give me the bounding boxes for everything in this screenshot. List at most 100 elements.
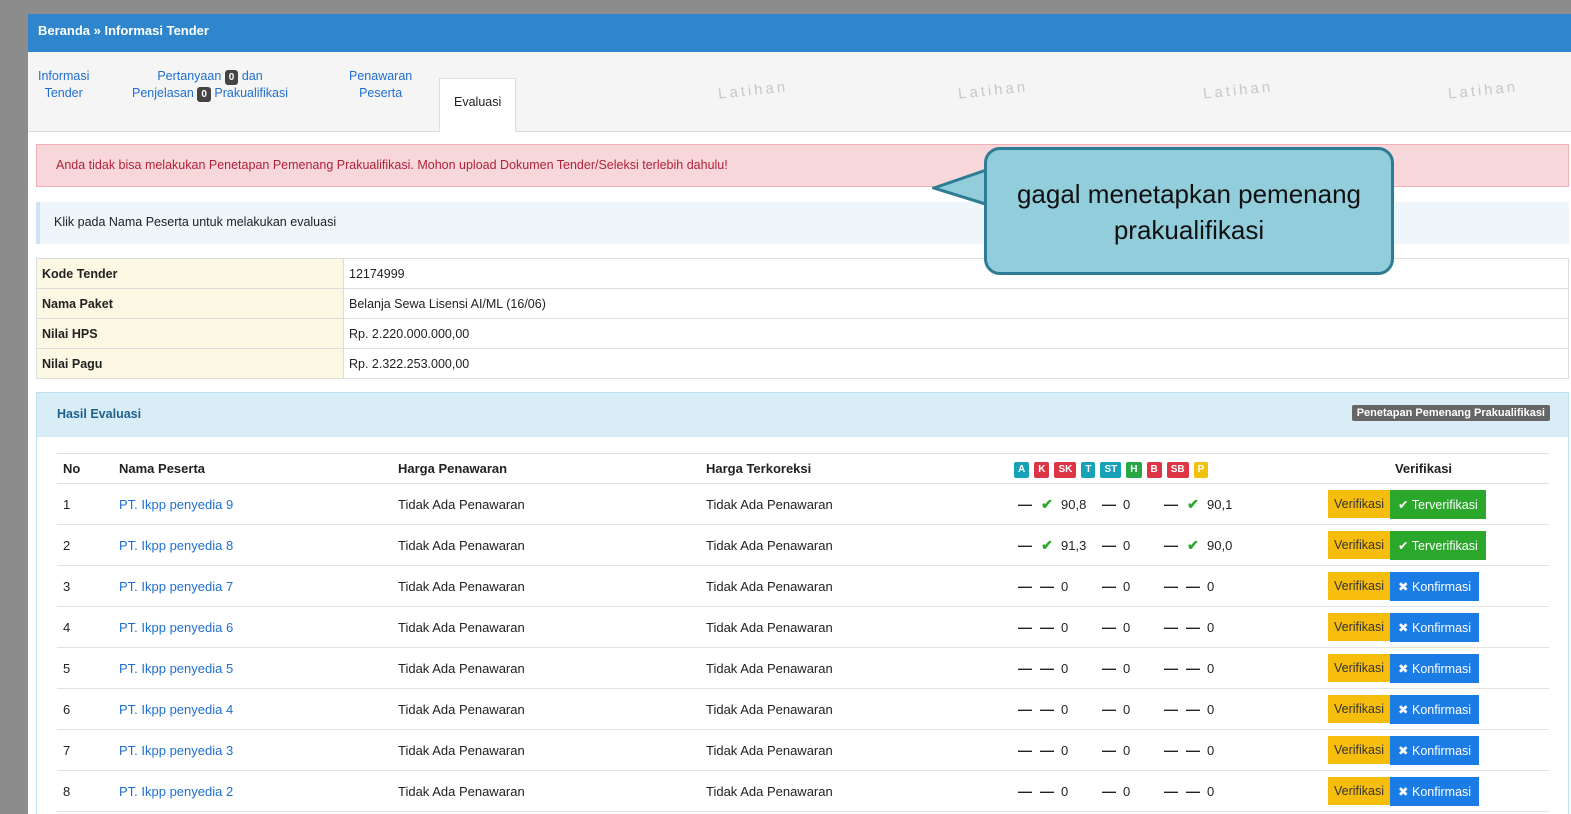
eval-badge-sk: SK: [1054, 461, 1077, 478]
check-icon: ✔: [1041, 536, 1053, 553]
peserta-link[interactable]: PT. Ikpp penyedia 2: [119, 784, 233, 799]
verifikasi-button[interactable]: Verifikasi: [1328, 736, 1391, 764]
check-icon: ✔: [1041, 495, 1053, 512]
peserta-link[interactable]: PT. Ikpp penyedia 6: [119, 620, 233, 635]
row-no: 6: [57, 688, 113, 730]
eval-badge-t: T: [1081, 461, 1096, 478]
dash-icon: —: [1018, 701, 1032, 717]
konfirmasi-button[interactable]: ✖ Konfirmasi: [1390, 612, 1480, 642]
peserta-link[interactable]: PT. Ikpp penyedia 8: [119, 538, 233, 553]
detail-value: Rp. 2.322.253.000,00: [343, 348, 1569, 379]
verifikasi-button[interactable]: Verifikasi: [1328, 613, 1391, 641]
konfirmasi-button[interactable]: ✖ Konfirmasi: [1390, 571, 1480, 601]
peserta-link[interactable]: PT. Ikpp penyedia 5: [119, 661, 233, 676]
dash-icon: —: [1186, 742, 1200, 758]
callout-pointer: [932, 166, 992, 208]
peserta-link[interactable]: PT. Ikpp penyedia 9: [119, 497, 233, 512]
verifikasi-button[interactable]: Verifikasi: [1328, 531, 1391, 559]
page: Beranda » Informasi Tender Informasi Ten…: [28, 14, 1571, 814]
window-frame-left: [0, 0, 28, 814]
konfirmasi-button[interactable]: ✖ Konfirmasi: [1390, 735, 1480, 765]
harga-terkoreksi: Tidak Ada Penawaran: [700, 483, 1008, 525]
tab-pertanyaan-penjelasan[interactable]: Pertanyaan 0 dan Penjelasan 0 Prakualifi…: [132, 68, 288, 102]
row-no: 8: [57, 770, 113, 812]
tab-penawaran-peserta[interactable]: Penawaran Peserta: [349, 68, 412, 102]
table-row: 4 PT. Ikpp penyedia 6 Tidak Ada Penawaran T…: [57, 606, 1549, 648]
dash-icon: —: [1018, 536, 1032, 553]
konfirmasi-button[interactable]: ✖ Konfirmasi: [1390, 653, 1480, 683]
table-row: 1 PT. Ikpp penyedia 9 Tidak Ada Penawaran T…: [57, 483, 1549, 525]
table-row: 6 PT. Ikpp penyedia 4 Tidak Ada Penawaran T…: [57, 688, 1549, 730]
score-3: 0: [1207, 743, 1215, 758]
table-row: 5 PT. Ikpp penyedia 5 Tidak Ada Penawaran T…: [57, 647, 1549, 689]
close-icon: ✖: [1398, 743, 1409, 758]
score-3: 90,1: [1207, 496, 1233, 512]
tab-label: Peserta: [359, 86, 403, 100]
dash-icon: —: [1102, 619, 1116, 635]
dash-icon: —: [1018, 619, 1032, 635]
dash-icon: —: [1040, 742, 1054, 758]
terverifikasi-button[interactable]: ✔ Terverifikasi: [1390, 489, 1486, 519]
tab-informasi-tender[interactable]: Informasi Tender: [38, 68, 89, 102]
status-label: Konfirmasi: [1412, 620, 1472, 635]
dash-icon: —: [1102, 578, 1116, 594]
harga-terkoreksi: Tidak Ada Penawaran: [700, 606, 1008, 648]
verifikasi-button[interactable]: Verifikasi: [1328, 777, 1391, 805]
verifikasi-button[interactable]: Verifikasi: [1328, 654, 1391, 682]
eval-badge-sb: SB: [1166, 461, 1189, 478]
table-row: 7 PT. Ikpp penyedia 3 Tidak Ada Penawaran T…: [57, 729, 1549, 771]
score-1: 90,8: [1061, 496, 1087, 512]
evaluation-marks: — — 0 — 0 — — 0: [1008, 565, 1298, 607]
dash-icon: —: [1018, 495, 1032, 512]
panel-title: Hasil Evaluasi: [57, 407, 142, 421]
score-1: 0: [1061, 743, 1069, 758]
col-verifikasi: Verifikasi: [1298, 453, 1549, 484]
score-1: 0: [1061, 579, 1069, 594]
peserta-link[interactable]: PT. Ikpp penyedia 4: [119, 702, 233, 717]
terverifikasi-button[interactable]: ✔ Terverifikasi: [1390, 530, 1486, 560]
evaluation-marks: — — 0 — 0 — — 0: [1008, 688, 1298, 730]
verifikasi-button[interactable]: Verifikasi: [1328, 572, 1391, 600]
dash-icon: —: [1102, 495, 1116, 512]
verifikasi-button[interactable]: Verifikasi: [1328, 695, 1391, 723]
status-label: Konfirmasi: [1412, 661, 1472, 676]
dash-icon: —: [1102, 783, 1116, 799]
watermark: Latihan: [1447, 78, 1519, 103]
tender-detail-table: Kode Tender 12174999 Nama Paket Belanja Sew…: [36, 258, 1569, 379]
verifikasi-button[interactable]: Verifikasi: [1328, 490, 1391, 518]
penetapan-pemenang-button[interactable]: Penetapan Pemenang Prakualifikasi: [1351, 405, 1550, 421]
dash-icon: —: [1018, 742, 1032, 758]
score-3: 0: [1207, 661, 1215, 676]
verifikasi-cell: Verifikasi ✖ Konfirmasi: [1298, 565, 1549, 607]
row-no: 4: [57, 606, 113, 648]
close-icon: ✖: [1398, 784, 1409, 799]
harga-penawaran: Tidak Ada Penawaran: [392, 483, 700, 525]
check-icon: ✔: [1398, 538, 1409, 553]
score-2: 0: [1123, 784, 1131, 799]
verifikasi-cell: Verifikasi ✔ Terverifikasi: [1298, 524, 1549, 566]
eval-badge-h: H: [1126, 461, 1142, 478]
tab-evaluasi[interactable]: Evaluasi: [439, 78, 517, 132]
col-harga-terkoreksi: Harga Terkoreksi: [700, 453, 1008, 484]
dash-icon: —: [1102, 660, 1116, 676]
detail-row: Nilai HPS Rp. 2.220.000.000,00: [36, 318, 1569, 349]
konfirmasi-button[interactable]: ✖ Konfirmasi: [1390, 694, 1480, 724]
tab-label: Prakualifikasi: [214, 86, 289, 100]
breadcrumb[interactable]: Beranda » Informasi Tender: [28, 14, 1571, 52]
dash-icon: —: [1164, 660, 1178, 676]
peserta-link[interactable]: PT. Ikpp penyedia 3: [119, 743, 233, 758]
evaluation-table: No Nama Peserta Harga Penawaran Harga Te…: [57, 453, 1549, 812]
peserta-link[interactable]: PT. Ikpp penyedia 7: [119, 579, 233, 594]
score-2: 0: [1123, 620, 1131, 635]
harga-penawaran: Tidak Ada Penawaran: [392, 565, 700, 607]
konfirmasi-button[interactable]: ✖ Konfirmasi: [1390, 776, 1480, 806]
eval-badge-st: ST: [1100, 461, 1122, 478]
tab-label: dan: [241, 69, 263, 83]
harga-terkoreksi: Tidak Ada Penawaran: [700, 524, 1008, 566]
score-2: 0: [1123, 537, 1131, 553]
tab-label: Tender: [44, 86, 83, 100]
verifikasi-cell: Verifikasi ✖ Konfirmasi: [1298, 770, 1549, 812]
verifikasi-cell: Verifikasi ✔ Terverifikasi: [1298, 483, 1549, 525]
dash-icon: —: [1186, 701, 1200, 717]
harga-penawaran: Tidak Ada Penawaran: [392, 770, 700, 812]
